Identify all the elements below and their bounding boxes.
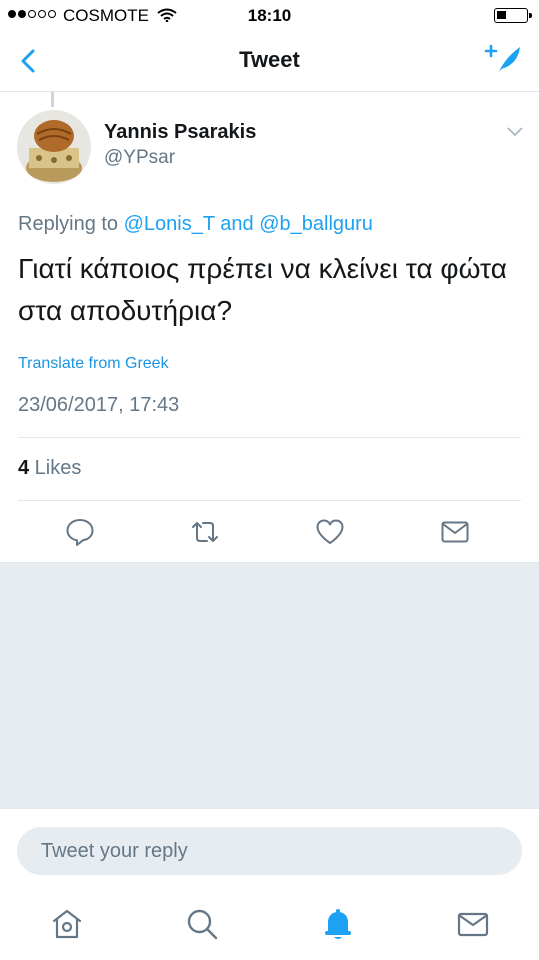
battery-icon [494,8,532,23]
empty-replies-area [0,562,539,808]
mention-link[interactable]: @b_ballguru [259,213,373,235]
reply-composer-bar [0,808,539,892]
likes-number: 4 [18,457,30,479]
status-time: 18:10 [247,6,292,25]
home-icon[interactable] [49,906,85,942]
divider [18,437,521,438]
replying-to-label: Replying to [18,213,124,235]
likes-count[interactable]: 4 Likes [18,457,81,480]
tweet-timestamp: 23/06/2017, 17:43 [18,394,180,416]
thread-connector-line [51,92,54,107]
compose-tweet-icon[interactable] [484,42,524,78]
divider [18,500,521,501]
search-icon[interactable] [184,906,220,942]
navigation-bar: Tweet [0,30,539,92]
message-icon[interactable] [439,516,471,548]
status-bar: COSMOTE 18:10 [0,0,539,30]
like-icon[interactable] [314,516,346,548]
notifications-icon[interactable] [320,906,356,942]
avatar[interactable] [17,110,91,184]
retweet-icon[interactable] [189,516,221,548]
chevron-down-icon[interactable] [505,124,525,138]
author-display-name[interactable]: Yannis Psarakis [104,121,256,144]
mention-link[interactable]: @Lonis_T [124,213,215,235]
tab-bar [0,892,539,960]
replying-joiner: and [214,213,260,235]
tweet-text: Γιατί κάποιος πρέπει να κλείνει τα φώτα … [18,253,507,326]
likes-label: Likes [29,457,82,479]
translate-link[interactable]: Translate from Greek [18,355,169,373]
messages-icon[interactable] [455,906,491,942]
replying-to-line: Replying to @Lonis_T and @b_ballguru [18,213,373,236]
reply-icon[interactable] [64,516,96,548]
author-handle[interactable]: @YPsar [104,147,175,169]
tweet-reply-input[interactable] [17,827,522,875]
page-title: Tweet [239,47,300,72]
